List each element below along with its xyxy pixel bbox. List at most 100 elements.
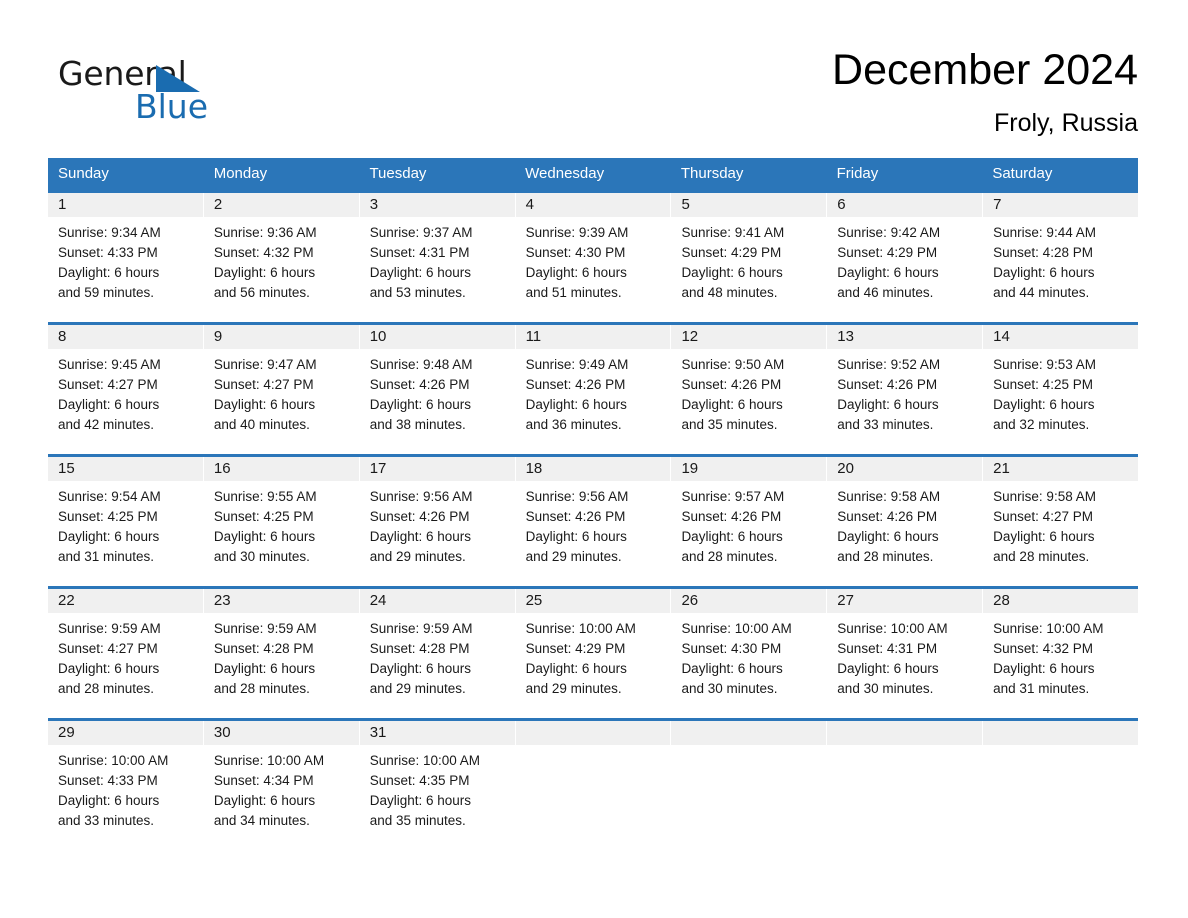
day-cell[interactable]: 29 Sunrise: 10:00 AM Sunset: 4:33 PM Day… xyxy=(48,721,204,848)
day-cell[interactable]: 21 Sunrise: 9:58 AM Sunset: 4:27 PM Dayl… xyxy=(983,457,1139,586)
sunset-text: Sunset: 4:28 PM xyxy=(369,641,470,656)
daylight-text-line2: and 29 minutes. xyxy=(369,549,466,564)
weekday-header-thursday: Thursday xyxy=(680,165,744,182)
daylight-text-line1: Daylight: 6 hours xyxy=(369,265,472,280)
sunrise-text: Sunrise: 9:59 AM xyxy=(58,621,161,636)
day-cell[interactable]: 16 Sunrise: 9:55 AM Sunset: 4:25 PM Dayl… xyxy=(203,457,360,586)
day-info: Sunrise: 9:47 AM Sunset: 4:27 PM Dayligh… xyxy=(204,349,359,435)
sunrise-text: Sunrise: 9:44 AM xyxy=(993,225,1096,240)
day-number: 15 xyxy=(48,457,203,481)
day-cell[interactable]: 20 Sunrise: 9:58 AM Sunset: 4:26 PM Dayl… xyxy=(827,457,984,586)
sunset-text: Sunset: 4:25 PM xyxy=(213,509,314,524)
day-info: Sunrise: 9:59 AM Sunset: 4:28 PM Dayligh… xyxy=(204,613,359,699)
day-cell[interactable]: 9 Sunrise: 9:47 AM Sunset: 4:27 PM Dayli… xyxy=(203,325,360,454)
sunrise-text: Sunrise: 9:36 AM xyxy=(213,225,317,240)
day-cell[interactable]: 23 Sunrise: 9:59 AM Sunset: 4:28 PM Dayl… xyxy=(203,589,360,718)
daylight-text-line1: Daylight: 6 hours xyxy=(213,265,316,280)
day-cell[interactable]: 14 Sunrise: 9:53 AM Sunset: 4:25 PM Dayl… xyxy=(983,325,1139,454)
day-info: Sunrise: 10:00 AM Sunset: 4:30 PM Daylig… xyxy=(671,613,826,699)
day-cell[interactable]: 18 Sunrise: 9:56 AM Sunset: 4:26 PM Dayl… xyxy=(515,457,672,586)
day-cell[interactable]: 12 Sunrise: 9:50 AM Sunset: 4:26 PM Dayl… xyxy=(671,325,828,454)
day-cell[interactable]: 24 Sunrise: 9:59 AM Sunset: 4:28 PM Dayl… xyxy=(359,589,516,718)
daylight-text-line1: Daylight: 6 hours xyxy=(369,397,472,412)
sunset-text: Sunset: 4:26 PM xyxy=(369,509,470,524)
day-info: Sunrise: 9:55 AM Sunset: 4:25 PM Dayligh… xyxy=(204,481,359,567)
day-info: Sunrise: 9:48 AM Sunset: 4:26 PM Dayligh… xyxy=(360,349,515,435)
sunrise-text: Sunrise: 9:53 AM xyxy=(993,357,1096,372)
sunset-text: Sunset: 4:29 PM xyxy=(681,245,782,260)
daylight-text-line2: and 51 minutes. xyxy=(525,285,622,300)
day-cell[interactable]: 25 Sunrise: 10:00 AM Sunset: 4:29 PM Day… xyxy=(515,589,672,718)
sunrise-text: Sunrise: 9:57 AM xyxy=(681,489,785,504)
sunset-text: Sunset: 4:26 PM xyxy=(525,377,626,392)
day-info: Sunrise: 10:00 AM Sunset: 4:29 PM Daylig… xyxy=(516,613,671,699)
day-number: 9 xyxy=(203,325,359,349)
day-number xyxy=(671,721,827,745)
sunrise-text: Sunrise: 9:50 AM xyxy=(681,357,785,372)
day-cell[interactable]: 31 Sunrise: 10:00 AM Sunset: 4:35 PM Day… xyxy=(359,721,516,848)
daylight-text-line1: Daylight: 6 hours xyxy=(213,397,316,412)
day-number: 23 xyxy=(203,589,359,613)
sunset-text: Sunset: 4:26 PM xyxy=(837,377,938,392)
day-info: Sunrise: 9:59 AM Sunset: 4:27 PM Dayligh… xyxy=(48,613,203,699)
day-info: Sunrise: 9:52 AM Sunset: 4:26 PM Dayligh… xyxy=(827,349,982,435)
day-cell[interactable]: 10 Sunrise: 9:48 AM Sunset: 4:26 PM Dayl… xyxy=(359,325,516,454)
day-info: Sunrise: 9:54 AM Sunset: 4:25 PM Dayligh… xyxy=(48,481,203,567)
sunset-text: Sunset: 4:35 PM xyxy=(369,773,470,788)
day-cell[interactable]: 15 Sunrise: 9:54 AM Sunset: 4:25 PM Dayl… xyxy=(48,457,204,586)
sunset-text: Sunset: 4:27 PM xyxy=(58,377,158,392)
daylight-text-line2: and 28 minutes. xyxy=(681,549,778,564)
daylight-text-line2: and 29 minutes. xyxy=(525,681,622,696)
sunset-text: Sunset: 4:28 PM xyxy=(993,245,1093,260)
sunset-text: Sunset: 4:27 PM xyxy=(58,641,158,656)
day-cell[interactable]: 19 Sunrise: 9:57 AM Sunset: 4:26 PM Dayl… xyxy=(671,457,828,586)
sunrise-text: Sunrise: 10:00 AM xyxy=(837,621,948,636)
day-info: Sunrise: 9:42 AM Sunset: 4:29 PM Dayligh… xyxy=(827,217,982,303)
sunset-text: Sunset: 4:30 PM xyxy=(525,245,626,260)
sunrise-text: Sunrise: 9:49 AM xyxy=(525,357,629,372)
day-cell[interactable]: 27 Sunrise: 10:00 AM Sunset: 4:31 PM Day… xyxy=(827,589,984,718)
weekday-header-tuesday: Tuesday xyxy=(369,165,427,182)
sunset-text: Sunset: 4:25 PM xyxy=(58,509,158,524)
day-number: 24 xyxy=(359,589,515,613)
sunrise-text: Sunrise: 10:00 AM xyxy=(525,621,636,636)
daylight-text-line1: Daylight: 6 hours xyxy=(369,793,472,808)
day-cell[interactable]: 26 Sunrise: 10:00 AM Sunset: 4:30 PM Day… xyxy=(671,589,828,718)
day-cell[interactable]: 2 Sunrise: 9:36 AM Sunset: 4:32 PM Dayli… xyxy=(203,193,360,322)
day-cell[interactable]: 3 Sunrise: 9:37 AM Sunset: 4:31 PM Dayli… xyxy=(359,193,516,322)
day-number: 11 xyxy=(515,325,671,349)
daylight-text-line1: Daylight: 6 hours xyxy=(837,265,939,280)
day-number: 30 xyxy=(203,721,359,745)
day-cell[interactable]: 11 Sunrise: 9:49 AM Sunset: 4:26 PM Dayl… xyxy=(515,325,672,454)
day-number: 4 xyxy=(515,193,671,217)
day-cell[interactable]: 5 Sunrise: 9:41 AM Sunset: 4:29 PM Dayli… xyxy=(671,193,828,322)
day-info: Sunrise: 9:37 AM Sunset: 4:31 PM Dayligh… xyxy=(360,217,515,303)
day-number: 2 xyxy=(203,193,359,217)
day-cell[interactable]: 4 Sunrise: 9:39 AM Sunset: 4:30 PM Dayli… xyxy=(515,193,672,322)
day-info: Sunrise: 9:45 AM Sunset: 4:27 PM Dayligh… xyxy=(48,349,203,435)
daylight-text-line2: and 40 minutes. xyxy=(213,417,310,432)
day-cell[interactable]: 28 Sunrise: 10:00 AM Sunset: 4:32 PM Day… xyxy=(983,589,1139,718)
day-info: Sunrise: 9:58 AM Sunset: 4:27 PM Dayligh… xyxy=(983,481,1138,567)
sunset-text: Sunset: 4:29 PM xyxy=(837,245,938,260)
daylight-text-line2: and 28 minutes. xyxy=(993,549,1090,564)
daylight-text-line2: and 59 minutes. xyxy=(58,285,155,300)
day-number: 1 xyxy=(48,193,203,217)
day-cell[interactable]: 17 Sunrise: 9:56 AM Sunset: 4:26 PM Dayl… xyxy=(359,457,516,586)
daylight-text-line1: Daylight: 6 hours xyxy=(993,529,1095,544)
sunset-text: Sunset: 4:31 PM xyxy=(369,245,470,260)
daylight-text-line1: Daylight: 6 hours xyxy=(369,661,472,676)
day-cell[interactable]: 7 Sunrise: 9:44 AM Sunset: 4:28 PM Dayli… xyxy=(983,193,1139,322)
day-number xyxy=(983,721,1139,745)
day-cell[interactable]: 30 Sunrise: 10:00 AM Sunset: 4:34 PM Day… xyxy=(203,721,360,848)
day-cell[interactable]: 13 Sunrise: 9:52 AM Sunset: 4:26 PM Dayl… xyxy=(827,325,984,454)
day-cell[interactable]: 22 Sunrise: 9:59 AM Sunset: 4:27 PM Dayl… xyxy=(48,589,204,718)
daylight-text-line1: Daylight: 6 hours xyxy=(58,793,160,808)
day-cell[interactable]: 8 Sunrise: 9:45 AM Sunset: 4:27 PM Dayli… xyxy=(48,325,204,454)
general-blue-logo[interactable]: General Blue xyxy=(58,56,358,136)
day-cell[interactable]: 6 Sunrise: 9:42 AM Sunset: 4:29 PM Dayli… xyxy=(827,193,984,322)
day-cell[interactable]: 1 Sunrise: 9:34 AM Sunset: 4:33 PM Dayli… xyxy=(48,193,204,322)
sunrise-text: Sunrise: 10:00 AM xyxy=(58,753,169,768)
daylight-text-line2: and 33 minutes. xyxy=(837,417,934,432)
sunrise-text: Sunrise: 9:56 AM xyxy=(369,489,473,504)
